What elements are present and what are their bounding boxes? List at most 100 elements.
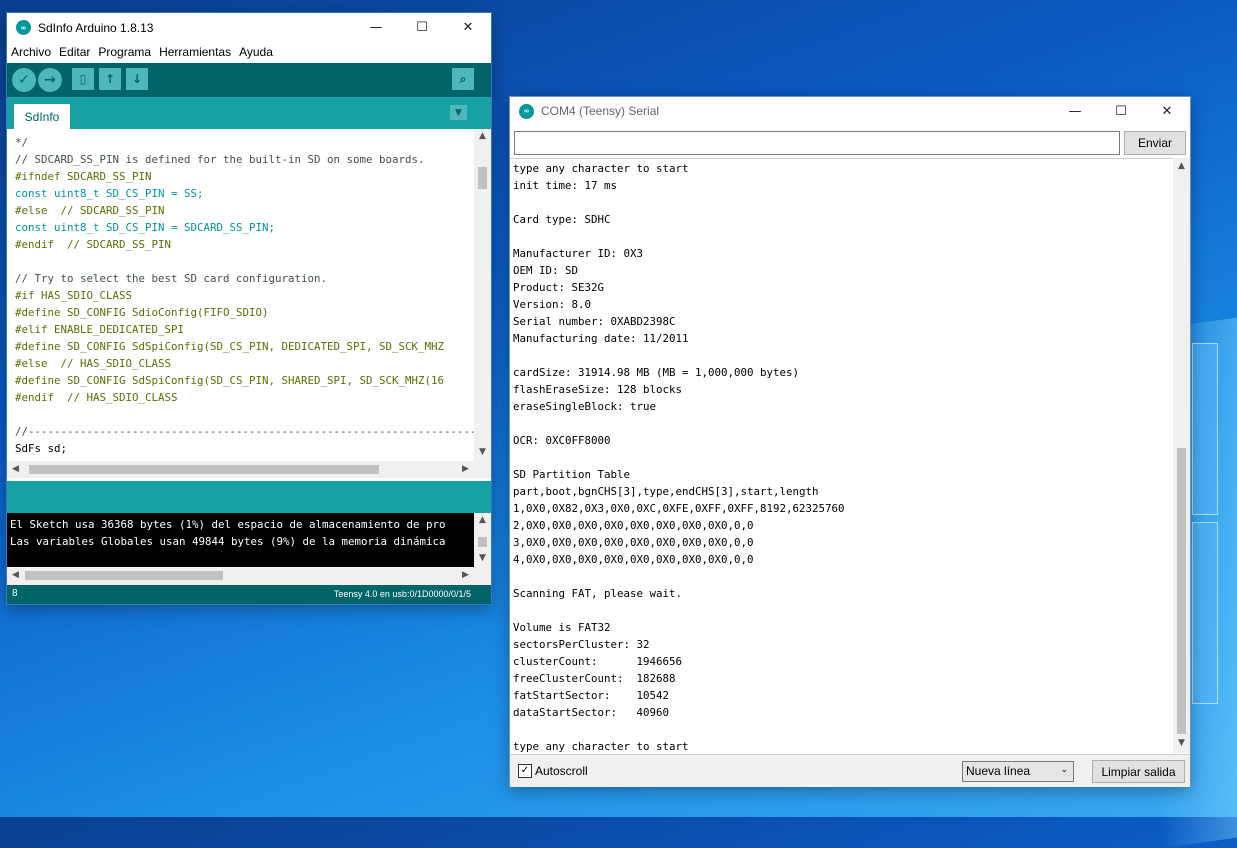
scroll-right-icon[interactable]: ▶	[457, 570, 474, 580]
serial-line: Scanning FAT, please wait.	[513, 587, 683, 600]
code-line: const uint8_t SD_CS_PIN = SS;	[15, 187, 204, 200]
chevron-down-icon: ⌄	[1060, 764, 1068, 774]
serial-output-text: type any character to start init time: 17…	[510, 159, 1173, 753]
serial-line: Serial number: 0XABD2398C	[513, 315, 676, 328]
console-vertical-scrollbar[interactable]: ▲ ▼	[474, 513, 491, 567]
serial-line	[513, 194, 1173, 211]
save-button[interactable]: ↓	[126, 68, 148, 90]
code-line: #if HAS_SDIO_CLASS	[15, 289, 133, 302]
minimize-button[interactable]: —	[1052, 97, 1098, 126]
autoscroll-label: Autoscroll	[535, 764, 588, 778]
maximize-button[interactable]: ☐	[399, 13, 445, 42]
code-line: // SDCARD_SS_PIN is defined for the buil…	[15, 153, 425, 166]
scroll-up-icon[interactable]: ▲	[1173, 161, 1190, 171]
code-line: #else // HAS_SDIO_CLASS	[15, 357, 172, 370]
editor-hscroll-thumb[interactable]	[29, 465, 379, 474]
serial-line: Card type: SDHC	[513, 213, 611, 226]
close-button[interactable]: ✕	[445, 13, 491, 42]
scroll-up-icon[interactable]: ▲	[474, 515, 491, 525]
scroll-down-icon[interactable]: ▼	[1173, 738, 1190, 748]
status-board-info: Teensy 4.0 en usb:0/1D0000/0/1/5	[333, 589, 471, 599]
editor-vertical-scrollbar[interactable]: ▲ ▼	[474, 129, 491, 461]
code-text[interactable]: */ // SDCARD_SS_PIN is defined for the bu…	[7, 129, 474, 457]
tab-sdinfo[interactable]: SdInfo	[14, 104, 70, 129]
console-line: Las variables Globales usan 49844 bytes …	[10, 535, 446, 548]
serial-line	[513, 449, 1173, 466]
serial-line: type any character to start	[513, 162, 689, 175]
ide-title: SdInfo Arduino 1.8.13	[38, 20, 154, 35]
console-header-bar	[7, 481, 491, 513]
serial-line: 3,0X0,0X0,0X0,0X0,0X0,0X0,0X0,0X0,0,0	[513, 536, 754, 549]
console-horizontal-scrollbar[interactable]: ◀ ▶	[7, 567, 491, 585]
send-button[interactable]: Enviar	[1124, 131, 1186, 155]
line-ending-value: Nueva línea	[966, 764, 1031, 778]
serial-title: COM4 (Teensy) Serial	[541, 104, 660, 118]
serial-send-input[interactable]	[514, 131, 1120, 155]
menu-archivo[interactable]: Archivo	[11, 45, 51, 59]
new-button[interactable]: ▯	[72, 68, 94, 90]
serial-monitor-window: ∞ COM4 (Teensy) Serial — ☐ ✕ Enviar type…	[510, 97, 1190, 787]
desktop-logo-pane	[1192, 522, 1218, 704]
code-editor[interactable]: */ // SDCARD_SS_PIN is defined for the bu…	[7, 129, 474, 461]
serial-line: OEM ID: SD	[513, 264, 579, 277]
console-vscroll-thumb[interactable]	[478, 537, 487, 547]
verify-button[interactable]: ✓	[12, 68, 36, 92]
serial-line: sectorsPerCluster: 32	[513, 638, 650, 651]
scroll-left-icon[interactable]: ◀	[7, 464, 24, 474]
serial-output[interactable]: type any character to start init time: 17…	[510, 158, 1173, 753]
build-console: El Sketch usa 36368 bytes (1%) del espac…	[7, 513, 474, 567]
maximize-button[interactable]: ☐	[1098, 97, 1144, 126]
scroll-right-icon[interactable]: ▶	[457, 464, 474, 474]
tab-menu-button[interactable]: ▼	[450, 105, 467, 120]
code-line: */	[15, 136, 29, 149]
code-line: #endif // SDCARD_SS_PIN	[15, 238, 172, 251]
code-line: SdFs sd;	[15, 442, 68, 455]
editor-horizontal-scrollbar[interactable]: ◀ ▶	[7, 461, 491, 478]
serial-line	[513, 602, 1173, 619]
open-button[interactable]: ↑	[99, 68, 121, 90]
serial-line	[513, 347, 1173, 364]
scroll-left-icon[interactable]: ◀	[7, 570, 24, 580]
console-hscroll-thumb[interactable]	[25, 571, 223, 580]
line-ending-select[interactable]: Nueva línea ⌄	[962, 761, 1074, 782]
send-row: Enviar	[510, 131, 1190, 155]
code-line: // Try to select the best SD card config…	[15, 272, 328, 285]
serial-line	[513, 721, 1173, 738]
menu-ayuda[interactable]: Ayuda	[239, 45, 273, 59]
clear-output-button[interactable]: Limpiar salida	[1092, 760, 1185, 783]
scroll-down-icon[interactable]: ▼	[474, 447, 491, 457]
scroll-up-icon[interactable]: ▲	[474, 131, 491, 141]
code-line: const uint8_t SD_CS_PIN = SDCARD_SS_PIN;	[15, 221, 276, 234]
checkmark-icon: ✓	[520, 765, 530, 776]
open-icon: ↑	[104, 72, 116, 86]
serial-line	[513, 568, 1173, 585]
serial-vscroll-thumb[interactable]	[1177, 448, 1186, 734]
upload-button[interactable]: →	[38, 68, 62, 92]
status-line-number: 8	[12, 588, 18, 599]
ide-statusbar: 8 Teensy 4.0 en usb:0/1D0000/0/1/5	[7, 585, 491, 604]
minimize-button[interactable]: —	[353, 13, 399, 42]
autoscroll-checkbox[interactable]: ✓	[518, 764, 532, 778]
menu-programa[interactable]: Programa	[98, 45, 151, 59]
ide-menubar: Archivo Editar Programa Herramientas Ayu…	[7, 42, 491, 62]
serial-vertical-scrollbar[interactable]: ▲ ▼	[1173, 158, 1190, 753]
serial-monitor-icon: ⌕	[459, 71, 467, 86]
menu-editar[interactable]: Editar	[59, 45, 90, 59]
close-button[interactable]: ✕	[1144, 97, 1190, 126]
scroll-down-icon[interactable]: ▼	[474, 553, 491, 563]
serial-line: SD Partition Table	[513, 468, 631, 481]
serial-bottom-bar: ✓ Autoscroll Nueva línea ⌄ Limpiar salid…	[510, 754, 1190, 787]
serial-monitor-button[interactable]: ⌕	[452, 68, 474, 90]
menu-herramientas[interactable]: Herramientas	[159, 45, 231, 59]
ide-tabbar: SdInfo ▼	[7, 97, 491, 129]
code-line: #define SD_CONFIG SdSpiConfig(SD_CS_PIN,…	[15, 340, 445, 353]
code-line: //--------------------------------------…	[15, 425, 474, 438]
editor-vscroll-thumb[interactable]	[478, 167, 487, 189]
serial-titlebar[interactable]: ∞ COM4 (Teensy) Serial — ☐ ✕	[510, 97, 1190, 125]
ide-titlebar[interactable]: ∞ SdInfo Arduino 1.8.13 — ☐ ✕	[7, 13, 491, 42]
arduino-logo-icon: ∞	[519, 103, 534, 119]
serial-line	[513, 228, 1173, 245]
arduino-ide-window: ∞ SdInfo Arduino 1.8.13 — ☐ ✕ Archivo Ed…	[7, 13, 491, 604]
serial-line: Manufacturer ID: 0X3	[513, 247, 644, 260]
code-line: #ifndef SDCARD_SS_PIN	[15, 170, 152, 183]
